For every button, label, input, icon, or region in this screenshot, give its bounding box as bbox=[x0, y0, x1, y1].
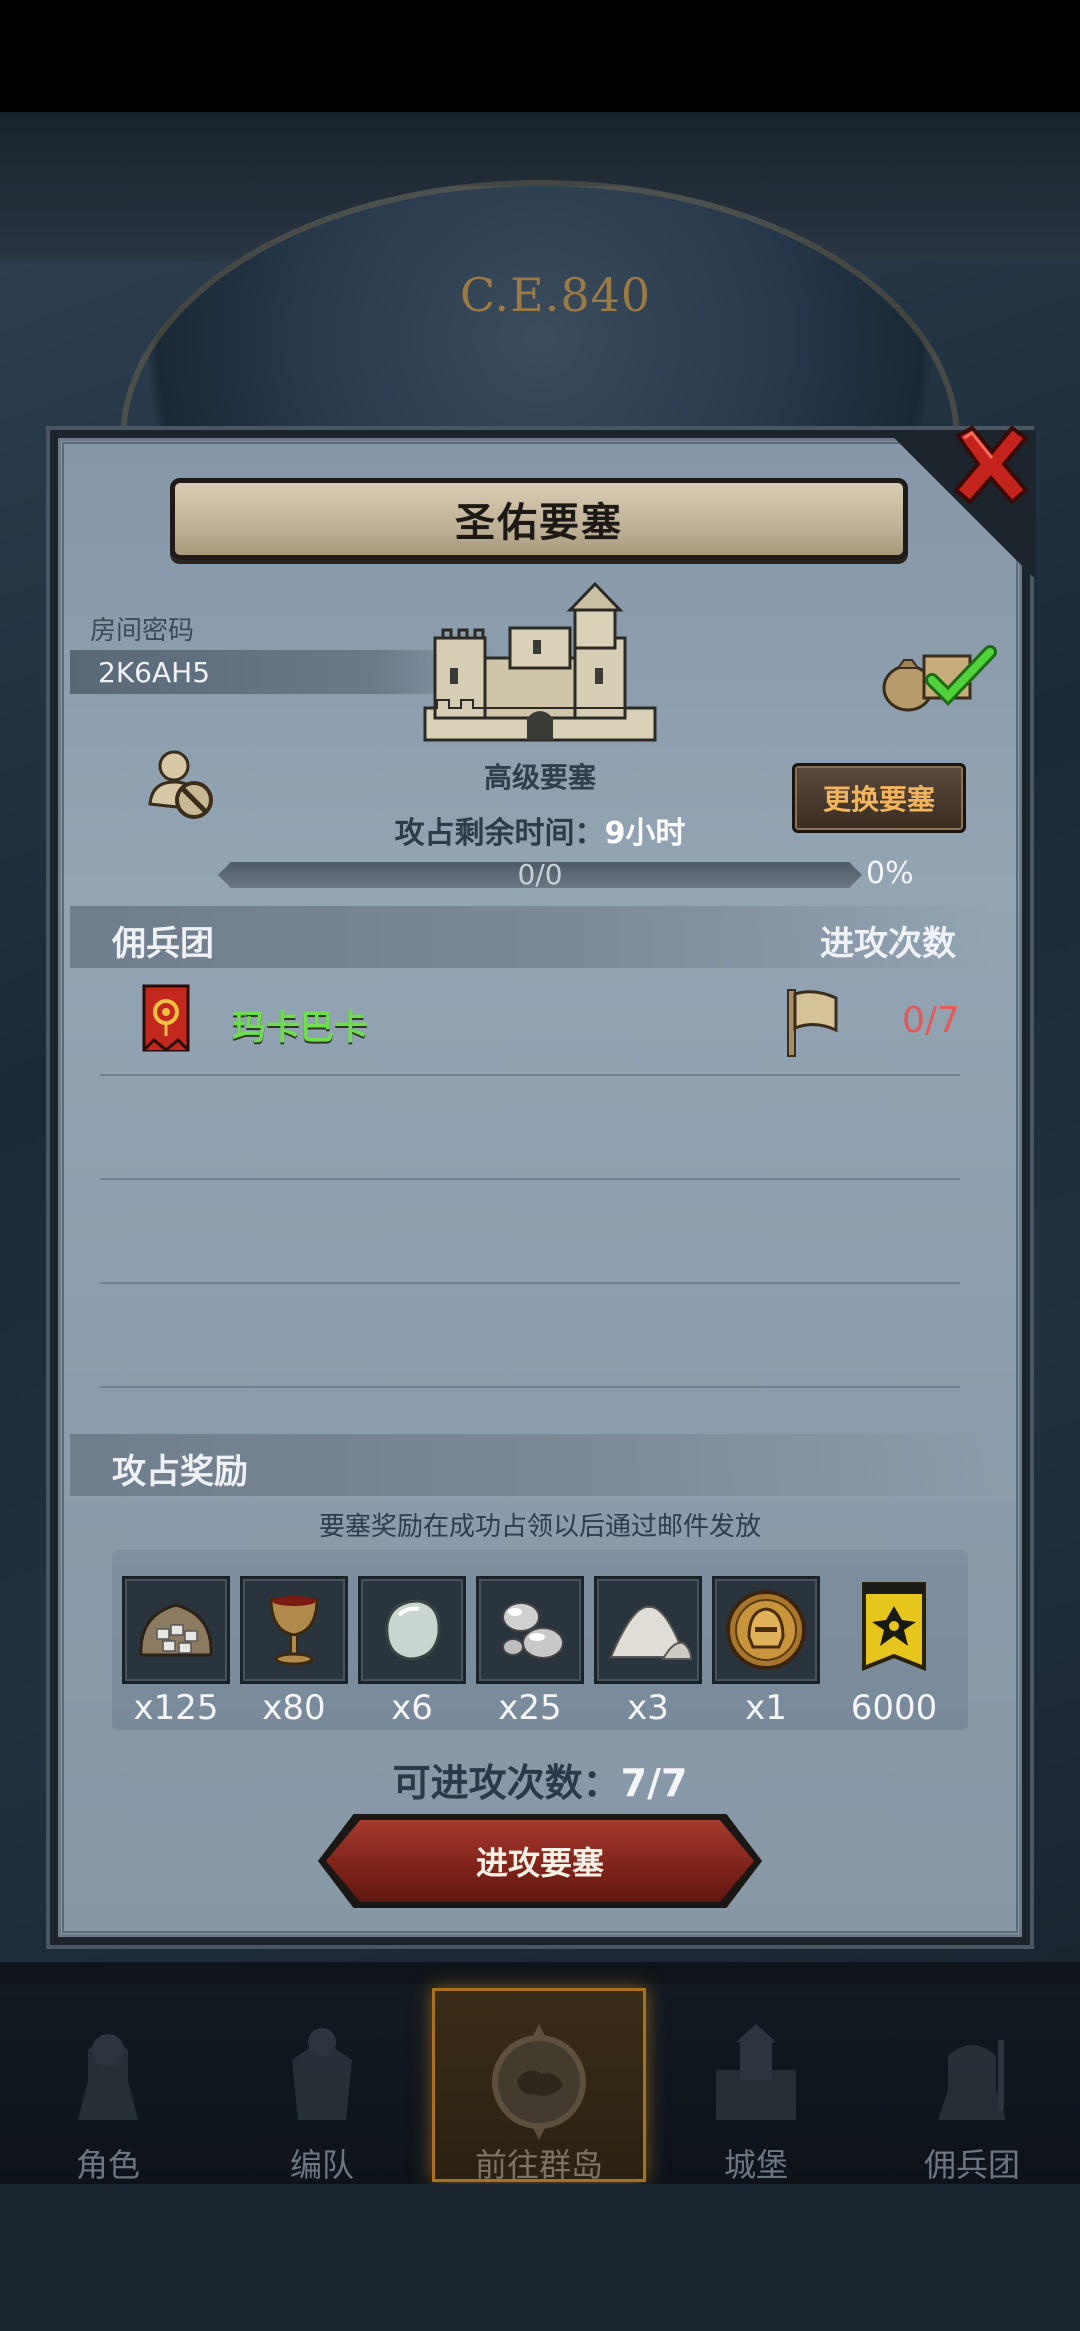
reward-item[interactable]: x125 bbox=[122, 1576, 230, 1728]
reward-section-title: 攻占奖励 bbox=[112, 1452, 248, 1492]
nav-label: 编队 bbox=[289, 2146, 354, 2184]
compass-icon bbox=[492, 2024, 586, 2140]
mercenary-icon bbox=[938, 2040, 1006, 2120]
row-divider bbox=[100, 1074, 960, 1076]
reward-item[interactable]: x6 bbox=[358, 1576, 466, 1728]
reward-quantity: x80 bbox=[262, 1688, 326, 1728]
mercenary-row[interactable] bbox=[70, 975, 990, 1075]
nav-item-archipelago[interactable]: 前往群岛 bbox=[439, 1996, 639, 2186]
row-divider bbox=[100, 1178, 960, 1180]
yellow-banner-icon bbox=[862, 1582, 926, 1671]
flag-icon bbox=[787, 989, 838, 1057]
fortress-tier: 高级要塞 bbox=[483, 761, 596, 794]
reward-quantity: x3 bbox=[627, 1688, 669, 1728]
reward-note: 要塞奖励在成功占领以后通过邮件发放 bbox=[318, 1512, 761, 1542]
supply-bag-check-icon[interactable] bbox=[872, 638, 1002, 718]
reward-item[interactable]: x3 bbox=[594, 1576, 702, 1728]
fortress-icon bbox=[423, 581, 657, 742]
row-divider bbox=[100, 1386, 960, 1388]
reward-quantity: x1 bbox=[745, 1688, 787, 1728]
mercenary-name: 玛卡巴卡 bbox=[232, 1008, 368, 1048]
reward-item[interactable]: x25 bbox=[476, 1576, 584, 1728]
nav-label: 前往群岛 bbox=[474, 2146, 603, 2184]
goblet-icon bbox=[269, 1596, 319, 1666]
room-code: 2K6AH5 bbox=[98, 656, 211, 689]
attempts-value: 7/7 bbox=[620, 1761, 688, 1805]
helmet-medal-icon bbox=[726, 1590, 806, 1670]
change-fortress-button[interactable]: 更换要塞 bbox=[792, 763, 966, 833]
armor-icon bbox=[292, 2028, 352, 2120]
status-bar-area bbox=[0, 0, 1080, 112]
nav-label: 角色 bbox=[75, 2146, 140, 2184]
nav-label: 城堡 bbox=[723, 2146, 788, 2184]
nav-item-castle[interactable]: 城堡 bbox=[656, 1996, 856, 2186]
reward-item[interactable]: x80 bbox=[240, 1576, 348, 1728]
capture-progress-percent: 0% bbox=[866, 856, 914, 891]
salt-pile-icon bbox=[609, 1605, 693, 1660]
castle-icon bbox=[716, 2024, 796, 2120]
room-password-label: 房间密码 bbox=[90, 616, 195, 646]
capture-progress-text: 0/0 bbox=[517, 858, 563, 891]
attack-fortress-button[interactable]: 进攻要塞 bbox=[326, 1820, 754, 1902]
nav-item-formation[interactable]: 编队 bbox=[222, 1996, 422, 2186]
gemstone-icon bbox=[385, 1599, 441, 1661]
remaining-time-label: 攻占剩余时间： bbox=[394, 816, 605, 851]
reward-quantity: x6 bbox=[391, 1688, 433, 1728]
silver-nuggets-icon bbox=[502, 1602, 564, 1659]
dialog-title: 圣佑要塞 bbox=[455, 500, 623, 546]
close-icon bbox=[953, 425, 1029, 505]
knight-icon bbox=[78, 2034, 138, 2120]
reward-quantity: x125 bbox=[133, 1688, 219, 1728]
remaining-time-value: 9小时 bbox=[604, 816, 686, 851]
reward-quantity: 6000 bbox=[850, 1688, 938, 1728]
attempts-remaining: 可进攻次数：7/7 bbox=[300, 1752, 780, 1807]
nav-label: 佣兵团 bbox=[923, 2146, 1020, 2184]
attack-count-column-header: 进攻次数 bbox=[820, 924, 956, 964]
title-banner: 圣佑要塞 bbox=[170, 478, 908, 560]
remaining-time: 攻占剩余时间：9小时 bbox=[280, 808, 800, 852]
mercenary-column-header: 佣兵团 bbox=[112, 924, 214, 964]
no-member-icon[interactable] bbox=[146, 748, 216, 822]
attempts-label: 可进攻次数： bbox=[392, 1761, 621, 1805]
era-label: C.E.840 bbox=[460, 268, 652, 322]
guild-banner-icon bbox=[142, 984, 190, 1052]
mercenary-attack-count: 0/7 bbox=[902, 1000, 960, 1041]
row-divider bbox=[100, 1282, 960, 1284]
nav-item-mercenary[interactable]: 佣兵团 bbox=[872, 1996, 1072, 2186]
nav-item-character[interactable]: 角色 bbox=[8, 1996, 208, 2186]
reward-item[interactable]: 6000 bbox=[840, 1576, 948, 1728]
bottom-strip bbox=[0, 2184, 1080, 2331]
reward-quantity: x25 bbox=[498, 1688, 562, 1728]
close-button[interactable] bbox=[946, 420, 1036, 510]
silver-ore-sack-icon bbox=[139, 1603, 213, 1657]
reward-item[interactable]: x1 bbox=[712, 1576, 820, 1728]
